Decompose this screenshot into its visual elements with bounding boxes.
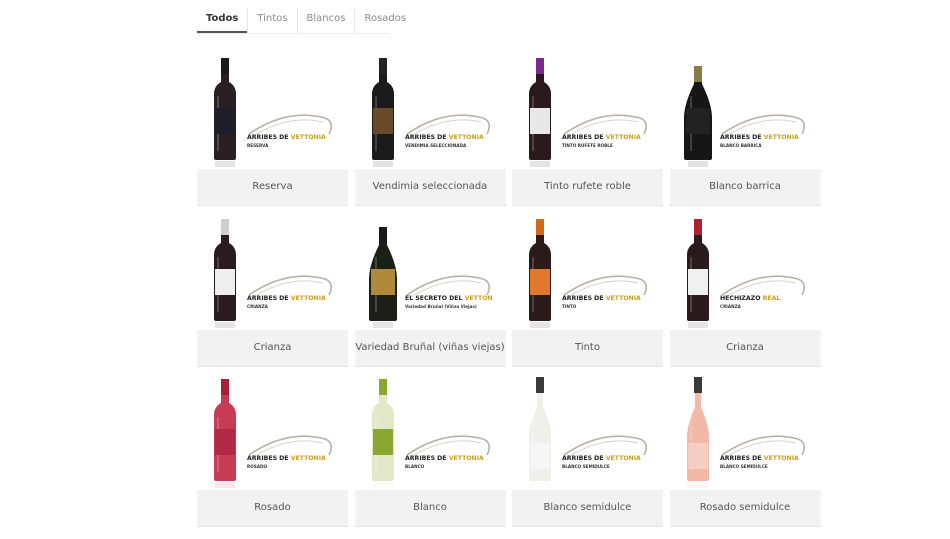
product-card[interactable]: ARRIBES DE VETTONIA TINTO RUFETE ROBLE Tin… <box>512 46 663 206</box>
bottle-label-shape <box>215 268 235 295</box>
bottle-label-shape <box>215 429 235 455</box>
product-name[interactable]: Rosado <box>197 490 348 527</box>
brand-name: EL SECRETO DEL VETTON <box>405 295 493 302</box>
bottle-label-shape <box>687 443 708 469</box>
product-name[interactable]: Reserva <box>197 169 348 206</box>
product-name[interactable]: Crianza <box>197 329 348 367</box>
product-image: ARRIBES DE VETTONIA VENDIMIA SELECCIONADA <box>371 58 490 167</box>
product-name[interactable]: Variedad Bruñal (viñas viejas) <box>354 329 506 367</box>
bottle-label-shape <box>215 108 235 134</box>
brand-name: ARRIBES DE VETTONIA <box>720 455 799 462</box>
capsule-shape <box>378 379 387 395</box>
brand-name: ARRIBES DE VETTONIA <box>562 134 641 141</box>
bottle-label-shape <box>370 268 395 295</box>
wine-variant: VENDIMIA SELECCIONADA <box>405 143 467 148</box>
product-card[interactable]: ARRIBES DE VETTONIA VENDIMIA SELECCIONADA… <box>354 46 506 206</box>
filter-tab-blancos[interactable]: Blancos <box>296 8 355 33</box>
wine-variant: BLANCO <box>405 464 425 469</box>
product-image: HECHIZAZO REAL CRIANZA <box>686 218 805 328</box>
wine-variant: Variedad Bruñal (Viñas Viejas) <box>405 304 477 309</box>
capsule-shape <box>693 377 702 393</box>
product-card[interactable]: EL SECRETO DEL VETTON Variedad Bruñal (Vi… <box>354 207 506 367</box>
brand-name: ARRIBES DE VETTONIA <box>405 134 484 141</box>
capsule-shape <box>378 58 387 74</box>
wine-variant: RESERVA <box>247 143 269 148</box>
product-image: ARRIBES DE VETTONIA BLANCO <box>371 379 490 488</box>
capsule-shape <box>378 226 387 243</box>
product-image: EL SECRETO DEL VETTON Variedad Bruñal (Vi… <box>368 226 493 328</box>
bottle-label-shape <box>530 443 550 469</box>
bottle-label-shape <box>687 268 708 295</box>
capsule-shape <box>693 66 702 82</box>
filter-tab-rosados[interactable]: Rosados <box>354 8 415 33</box>
product-card[interactable]: ARRIBES DE VETTONIA TINTO Tinto <box>512 207 663 367</box>
product-name[interactable]: Tinto rufete roble <box>512 169 663 206</box>
wine-variant: BLANCO SEMIDULCE <box>720 464 768 469</box>
wine-variant: ROSADO <box>247 464 268 469</box>
brand-name: ARRIBES DE VETTONIA <box>405 455 484 462</box>
product-image: ARRIBES DE VETTONIA ROSADO <box>214 379 333 488</box>
wine-variant: TINTO RUFETE ROBLE <box>562 143 613 148</box>
brand-name: ARRIBES DE VETTONIA <box>562 295 641 302</box>
product-card[interactable]: ARRIBES DE VETTONIA BLANCO SEMIDULCE Blanc… <box>512 367 663 527</box>
brand-name: HECHIZAZO REAL <box>720 295 780 302</box>
product-image: ARRIBES DE VETTONIA TINTO RUFETE ROBLE <box>529 58 648 167</box>
capsule-shape <box>221 58 229 74</box>
bottle-label-shape <box>685 108 710 134</box>
wine-variant: TINTO <box>562 304 577 309</box>
product-name[interactable]: Blanco semidulce <box>512 490 663 527</box>
filter-tabs: Todos Tintos Blancos Rosados <box>197 8 406 34</box>
filter-tab-todos[interactable]: Todos <box>197 8 248 33</box>
brand-name: ARRIBES DE VETTONIA <box>247 134 326 141</box>
bottle-label-shape <box>372 429 393 455</box>
product-image: ARRIBES DE VETTONIA CRIANZA <box>214 218 333 328</box>
product-name[interactable]: Rosado semidulce <box>669 490 821 527</box>
product-name[interactable]: Vendimia seleccionada <box>354 169 506 206</box>
product-card[interactable]: ARRIBES DE VETTONIA RESERVA Reserva <box>197 46 348 206</box>
filter-tab-tintos[interactable]: Tintos <box>247 8 296 33</box>
product-image: ARRIBES DE VETTONIA BLANCO BARRICA <box>683 66 805 167</box>
capsule-shape <box>536 58 544 74</box>
bottle-label-shape <box>530 108 550 134</box>
product-card[interactable]: ARRIBES DE VETTONIA ROSADO Rosado <box>197 367 348 527</box>
product-image: ARRIBES DE VETTONIA RESERVA <box>214 58 333 167</box>
product-image: ARRIBES DE VETTONIA TINTO <box>529 218 648 328</box>
bottle-label-shape <box>530 268 550 295</box>
product-name[interactable]: Tinto <box>512 329 663 367</box>
brand-name: ARRIBES DE VETTONIA <box>247 455 326 462</box>
capsule-shape <box>536 218 544 235</box>
product-card[interactable]: ARRIBES DE VETTONIA BLANCO BARRICA Blanco … <box>669 46 821 206</box>
product-name[interactable]: Blanco barrica <box>669 169 821 206</box>
capsule-shape <box>221 379 229 395</box>
product-card[interactable]: HECHIZAZO REAL CRIANZA Crianza <box>669 207 821 367</box>
wine-variant: CRIANZA <box>247 304 269 309</box>
bottle-label-shape <box>372 108 393 134</box>
capsule-shape <box>221 218 229 235</box>
product-card[interactable]: ARRIBES DE VETTONIA CRIANZA Crianza <box>197 207 348 367</box>
brand-name: ARRIBES DE VETTONIA <box>562 455 641 462</box>
product-name[interactable]: Blanco <box>354 490 506 527</box>
product-image: ARRIBES DE VETTONIA BLANCO SEMIDULCE <box>529 377 648 488</box>
wine-variant: CRIANZA <box>720 304 742 309</box>
brand-name: ARRIBES DE VETTONIA <box>720 134 799 141</box>
product-image: ARRIBES DE VETTONIA BLANCO SEMIDULCE <box>686 377 805 488</box>
product-card[interactable]: ARRIBES DE VETTONIA BLANCO SEMIDULCE Rosad… <box>669 367 821 527</box>
wine-variant: BLANCO SEMIDULCE <box>562 464 610 469</box>
brand-name: ARRIBES DE VETTONIA <box>247 295 326 302</box>
product-name[interactable]: Crianza <box>669 329 821 367</box>
capsule-shape <box>693 218 702 235</box>
product-card[interactable]: ARRIBES DE VETTONIA BLANCO Blanco <box>354 367 506 527</box>
capsule-shape <box>536 377 544 393</box>
wine-variant: BLANCO BARRICA <box>720 143 762 148</box>
